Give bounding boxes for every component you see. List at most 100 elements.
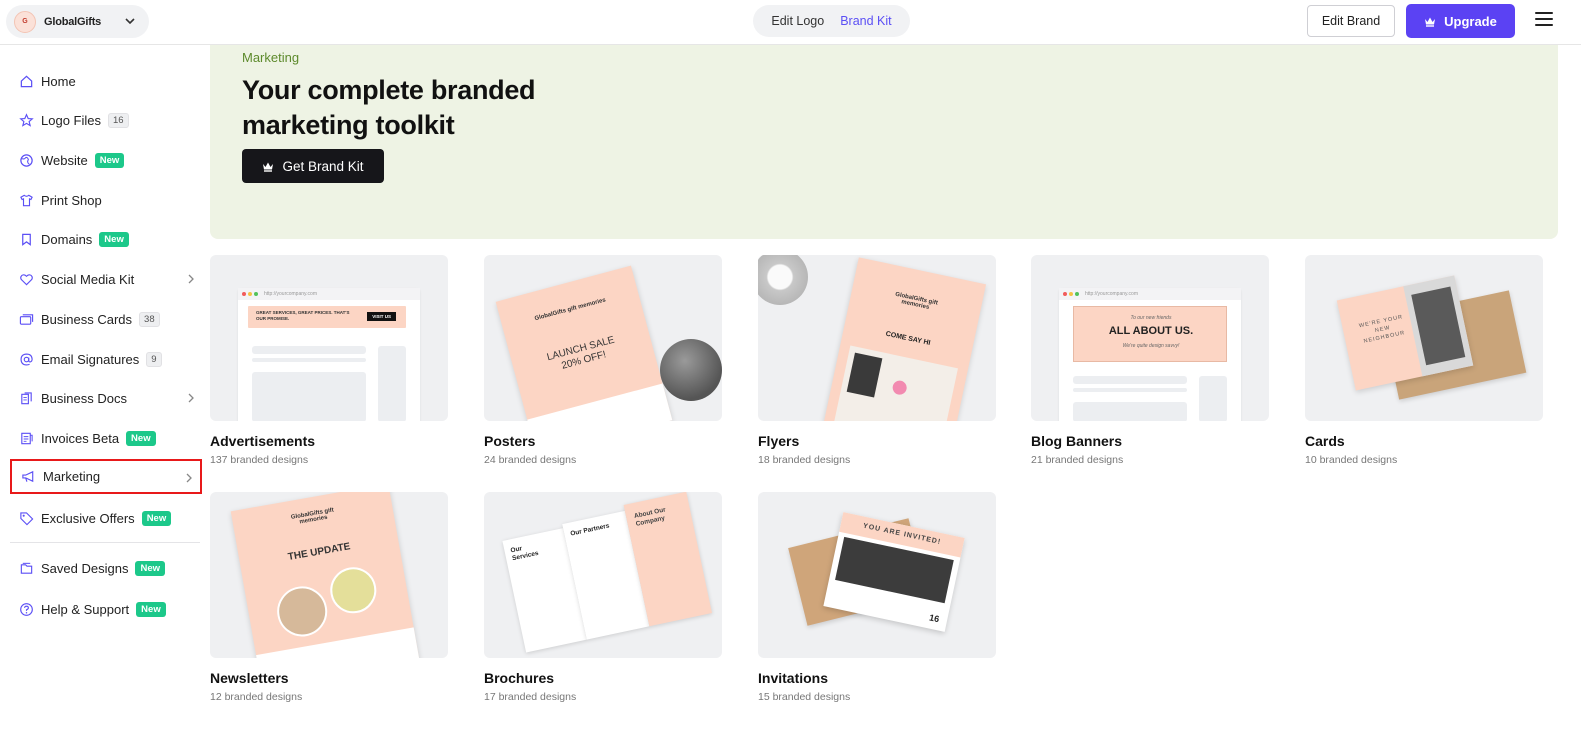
- cards-thumbnail: WE'RE YOUR NEW NEIGHBOUR: [1305, 255, 1543, 421]
- hamburger-menu-icon[interactable]: [1535, 12, 1553, 28]
- brochure-partners: Our Partners: [569, 522, 611, 538]
- newsletter-logo-text: GlobalGifts gift memories: [290, 507, 335, 526]
- blog-small-text: To our new friends: [1130, 315, 1172, 321]
- tab-brand-kit[interactable]: Brand Kit: [840, 14, 891, 28]
- sidebar-item-marketing[interactable]: Marketing: [10, 459, 202, 494]
- card-title: Advertisements: [210, 433, 316, 449]
- sidebar-item-print-shop[interactable]: Print Shop: [10, 183, 202, 217]
- folder-icon: [18, 560, 34, 576]
- sidebar-item-label: Marketing: [43, 469, 101, 484]
- card-title: Cards: [1305, 433, 1345, 449]
- ad-cta-text: VISIT US: [367, 312, 396, 321]
- posters-thumbnail: GlobalGifts gift memories LAUNCH SALE 20…: [484, 255, 722, 421]
- chevron-right-icon: [188, 274, 194, 284]
- card-subtitle: 21 branded designs: [1031, 454, 1124, 466]
- card-brochures[interactable]: Our Services Our Partners About Our Comp…: [484, 492, 722, 703]
- sidebar-item-website[interactable]: Website New: [10, 143, 202, 177]
- sidebar-divider: [10, 542, 200, 543]
- thumb-url: http://yourcompany.com: [1085, 291, 1138, 297]
- blog-banners-thumbnail: http://yourcompany.com To our new friend…: [1031, 255, 1269, 421]
- globe-icon: [18, 152, 34, 168]
- sidebar-item-exclusive-offers[interactable]: Exclusive Offers New: [10, 501, 202, 535]
- brochures-thumbnail: Our Services Our Partners About Our Comp…: [484, 492, 722, 658]
- editor-tabs: Edit Logo Brand Kit: [753, 5, 910, 37]
- ad-banner-text: GREAT SERVICES, GREAT PRICES. THAT'S OUR…: [256, 310, 350, 321]
- card-subtitle: 10 branded designs: [1305, 454, 1398, 466]
- sidebar-item-business-docs[interactable]: Business Docs: [10, 381, 202, 415]
- sidebar-item-label: Invoices Beta: [41, 430, 120, 446]
- card-title: Posters: [484, 433, 536, 449]
- card-subtitle: 17 branded designs: [484, 691, 577, 703]
- heart-icon: [18, 271, 34, 287]
- poster-logo-text: GlobalGifts gift memories: [534, 297, 607, 323]
- at-sign-icon: [18, 351, 34, 367]
- card-thumb-text: WE'RE YOUR NEW NEIGHBOUR: [1358, 314, 1406, 345]
- sidebar-item-help-support[interactable]: Help & Support New: [10, 592, 202, 626]
- card-subtitle: 18 branded designs: [758, 454, 851, 466]
- card-advertisements[interactable]: http://yourcompany.com GREAT SERVICES, G…: [210, 255, 448, 466]
- card-cards[interactable]: WE'RE YOUR NEW NEIGHBOUR Cards 10 brande…: [1305, 255, 1543, 466]
- get-brand-kit-button[interactable]: Get Brand Kit: [242, 149, 384, 183]
- top-bar: G GlobalGifts Edit Logo Brand Kit Edit B…: [0, 0, 1581, 45]
- card-flyers[interactable]: GlobalGifts gift memories COME SAY HI Fl…: [758, 255, 996, 466]
- newsletters-thumbnail: GlobalGifts gift memories THE UPDATE: [210, 492, 448, 658]
- sidebar-item-email-signatures[interactable]: Email Signatures 9: [10, 342, 202, 376]
- sidebar: Home Logo Files 16 Website New Print Sho…: [0, 45, 210, 751]
- chevron-right-icon: [188, 393, 194, 403]
- sidebar-item-business-cards[interactable]: Business Cards 38: [10, 302, 202, 336]
- advertisements-thumbnail: http://yourcompany.com GREAT SERVICES, G…: [210, 255, 448, 421]
- card-subtitle: 137 branded designs: [210, 454, 309, 466]
- newsletter-headline: THE UPDATE: [287, 541, 352, 563]
- sidebar-item-label: Domains: [41, 231, 93, 247]
- sidebar-item-logo-files[interactable]: Logo Files 16: [10, 103, 202, 137]
- sidebar-item-label: Help & Support: [41, 601, 130, 617]
- new-badge: New: [136, 601, 166, 617]
- card-subtitle: 15 branded designs: [758, 691, 851, 703]
- tshirt-icon: [18, 192, 34, 208]
- sidebar-item-invoices[interactable]: Invoices Beta New: [10, 421, 202, 455]
- card-title: Newsletters: [210, 670, 289, 686]
- card-title: Flyers: [758, 433, 800, 449]
- card-title: Invitations: [758, 670, 829, 686]
- sidebar-item-label: Email Signatures: [41, 351, 140, 367]
- sidebar-item-label: Home: [41, 73, 76, 89]
- card-invitations[interactable]: YOU ARE INVITED! 16 Invitations 15 brand…: [758, 492, 996, 703]
- sidebar-item-saved-designs[interactable]: Saved Designs New: [10, 551, 202, 585]
- sidebar-item-label: Exclusive Offers: [41, 510, 135, 526]
- sidebar-item-social-media-kit[interactable]: Social Media Kit: [10, 262, 202, 296]
- card-blog-banners[interactable]: http://yourcompany.com To our new friend…: [1031, 255, 1269, 466]
- card-subtitle: 12 branded designs: [210, 691, 303, 703]
- upgrade-label: Upgrade: [1444, 13, 1497, 29]
- thumb-url: http://yourcompany.com: [264, 291, 317, 297]
- brand-switcher[interactable]: G GlobalGifts: [6, 5, 149, 38]
- card-newsletters[interactable]: GlobalGifts gift memories THE UPDATE New…: [210, 492, 448, 703]
- upgrade-button[interactable]: Upgrade: [1406, 4, 1515, 38]
- edit-brand-button[interactable]: Edit Brand: [1307, 5, 1395, 37]
- card-posters[interactable]: GlobalGifts gift memories LAUNCH SALE 20…: [484, 255, 722, 466]
- brand-name: GlobalGifts: [44, 15, 102, 28]
- home-icon: [18, 73, 34, 89]
- invitations-thumbnail: YOU ARE INVITED! 16: [758, 492, 996, 658]
- brochure-about: About Our Company: [633, 506, 667, 528]
- crown-icon: [263, 162, 274, 172]
- blog-headline: ALL ABOUT US.: [1108, 325, 1194, 337]
- invoice-icon: [18, 430, 34, 446]
- business-card-icon: [18, 311, 34, 327]
- flyer-logo-text: GlobalGifts gift memories: [894, 291, 939, 311]
- tag-icon: [18, 510, 34, 526]
- blog-sub-text: We're quite design savvy!: [1122, 343, 1180, 349]
- sidebar-item-home[interactable]: Home: [10, 64, 202, 98]
- marketing-hero: Marketing Your complete branded marketin…: [210, 45, 1558, 239]
- sidebar-item-label: Saved Designs: [41, 560, 129, 576]
- poster-headline: LAUNCH SALE 20% OFF!: [545, 334, 616, 372]
- new-badge: New: [135, 560, 165, 576]
- hero-eyebrow: Marketing: [242, 50, 300, 65]
- sidebar-item-label: Business Docs: [41, 390, 127, 406]
- count-badge: 38: [139, 311, 160, 327]
- stone-image: [660, 339, 722, 401]
- sidebar-item-domains[interactable]: Domains New: [10, 222, 202, 256]
- brochure-services: Our Services: [509, 545, 540, 563]
- tab-edit-logo[interactable]: Edit Logo: [771, 14, 824, 28]
- chevron-down-icon: [125, 18, 135, 25]
- card-title: Blog Banners: [1031, 433, 1123, 449]
